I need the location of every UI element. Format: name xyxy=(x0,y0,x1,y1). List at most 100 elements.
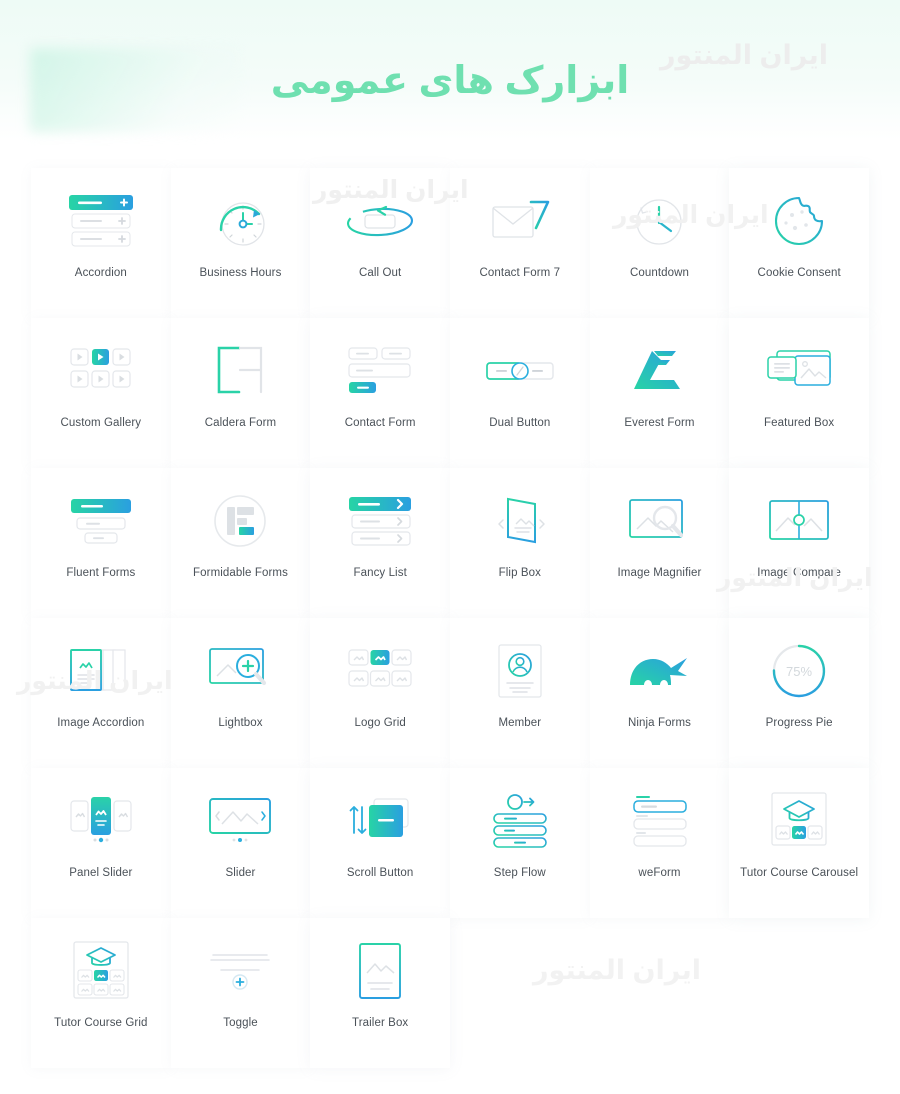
widget-card-contact-form[interactable]: Contact Form xyxy=(310,318,450,468)
widget-card-scroll-button[interactable]: Scroll Button xyxy=(310,768,450,918)
widget-card-fancy-list[interactable]: Fancy List xyxy=(310,468,450,618)
widget-card-contact-form-7[interactable]: Contact Form 7 xyxy=(450,168,590,318)
widget-label: Featured Box xyxy=(764,417,835,429)
logo-grid-icon xyxy=(310,640,450,702)
image-accordion-icon xyxy=(31,640,171,702)
custom-gallery-icon xyxy=(31,340,171,402)
widget-card-featured-box[interactable]: Featured Box xyxy=(729,318,869,468)
widget-label: Tutor Course Carousel xyxy=(740,867,859,879)
widget-label: Toggle xyxy=(223,1017,258,1029)
widget-card-image-compare[interactable]: Image Compare xyxy=(729,468,869,618)
caldera-form-icon xyxy=(171,340,311,402)
widget-label: Member xyxy=(498,717,542,729)
widget-label: Fluent Forms xyxy=(66,567,136,579)
widget-card-fluent-forms[interactable]: Fluent Forms xyxy=(31,468,171,618)
accordion-icon xyxy=(31,190,171,252)
widget-label: Flip Box xyxy=(498,567,541,579)
widget-label: Progress Pie xyxy=(765,717,833,729)
widget-card-everest-form[interactable]: Everest Form xyxy=(589,318,730,468)
widget-label: weForm xyxy=(638,867,681,879)
tutor-course-grid-icon xyxy=(31,940,171,1002)
widget-label: Accordion xyxy=(74,267,127,279)
widget-card-cookie-consent[interactable]: Cookie Consent xyxy=(729,168,869,318)
widget-card-call-out[interactable]: Call Out xyxy=(310,168,450,318)
widget-label: Image Accordion xyxy=(57,717,145,729)
widgets-showcase-page: ابزارک های عمومی ایران المنتور ایران الم… xyxy=(0,0,900,1094)
widget-label: Custom Gallery xyxy=(60,417,142,429)
widget-label: Panel Slider xyxy=(69,867,133,879)
panel-slider-icon xyxy=(31,790,171,852)
widget-label: Contact Form xyxy=(344,417,416,429)
widget-label: Dual Button xyxy=(489,417,551,429)
widget-card-ninja-forms[interactable]: Ninja Forms xyxy=(589,618,730,768)
widget-card-formidable-forms[interactable]: Formidable Forms xyxy=(170,468,311,618)
widget-card-progress-pie[interactable]: 75% Progress Pie xyxy=(729,618,869,768)
widget-label: Image Compare xyxy=(757,567,842,579)
widget-card-tutor-course-carousel[interactable]: Tutor Course Carousel xyxy=(729,768,869,918)
widget-card-custom-gallery[interactable]: Custom Gallery xyxy=(31,318,171,468)
progress-pie-value: 75% xyxy=(786,664,812,679)
page-header: ابزارک های عمومی xyxy=(0,0,900,140)
image-magnifier-icon xyxy=(590,490,730,552)
progress-pie-icon: 75% xyxy=(729,640,869,702)
toggle-icon xyxy=(171,940,311,1002)
fancy-list-icon xyxy=(310,490,450,552)
widget-label: Image Magnifier xyxy=(617,567,702,579)
widget-label: Scroll Button xyxy=(346,867,414,879)
call-out-icon xyxy=(310,190,450,252)
widget-card-lightbox[interactable]: Lightbox xyxy=(170,618,311,768)
trailer-box-icon xyxy=(310,940,450,1002)
dual-button-icon xyxy=(450,340,590,402)
widget-label: Contact Form 7 xyxy=(479,267,561,279)
business-hours-clock-icon xyxy=(171,190,311,252)
widget-card-dual-button[interactable]: Dual Button xyxy=(450,318,590,468)
featured-box-icon xyxy=(729,340,869,402)
widget-card-logo-grid[interactable]: Logo Grid xyxy=(310,618,450,768)
widget-card-slider[interactable]: Slider xyxy=(170,768,311,918)
widget-label: Countdown xyxy=(629,267,690,279)
fluent-forms-icon xyxy=(31,490,171,552)
cookie-consent-icon xyxy=(729,190,869,252)
slider-icon xyxy=(171,790,311,852)
widget-card-flip-box[interactable]: Flip Box xyxy=(450,468,590,618)
countdown-clock-icon xyxy=(590,190,730,252)
widget-label: Trailer Box xyxy=(352,1017,409,1029)
tutor-course-carousel-icon xyxy=(729,790,869,852)
member-card-icon xyxy=(450,640,590,702)
widget-label: Slider xyxy=(225,867,256,879)
widget-card-tutor-course-grid[interactable]: Tutor Course Grid xyxy=(31,918,171,1068)
widget-label: Tutor Course Grid xyxy=(54,1017,148,1029)
widget-card-caldera-form[interactable]: Caldera Form xyxy=(170,318,311,468)
widget-card-business-hours[interactable]: Business Hours xyxy=(170,168,311,318)
formidable-forms-icon xyxy=(171,490,311,552)
widget-label: Step Flow xyxy=(493,867,546,879)
widget-label: Business Hours xyxy=(199,267,282,279)
widget-card-step-flow[interactable]: Step Flow xyxy=(450,768,590,918)
widget-card-toggle[interactable]: Toggle xyxy=(170,918,311,1068)
everest-form-icon xyxy=(590,340,730,402)
scroll-button-icon xyxy=(310,790,450,852)
widget-card-panel-slider[interactable]: Panel Slider xyxy=(31,768,171,918)
step-flow-icon xyxy=(450,790,590,852)
widget-card-accordion[interactable]: Accordion xyxy=(31,168,171,318)
lightbox-icon xyxy=(171,640,311,702)
widget-label: Fancy List xyxy=(353,567,407,579)
widget-label: Everest Form xyxy=(624,417,695,429)
contact-form-icon xyxy=(310,340,450,402)
widget-card-countdown[interactable]: Countdown xyxy=(589,168,730,318)
contact-form-7-envelope-icon xyxy=(450,190,590,252)
widget-label: Formidable Forms xyxy=(193,567,288,579)
widget-card-trailer-box[interactable]: Trailer Box xyxy=(310,918,450,1068)
widget-card-image-accordion[interactable]: Image Accordion xyxy=(31,618,171,768)
flip-box-icon xyxy=(450,490,590,552)
widget-label: Cookie Consent xyxy=(757,267,841,279)
widget-label: Ninja Forms xyxy=(627,717,692,729)
ninja-forms-icon xyxy=(590,640,730,702)
widget-card-weform[interactable]: weForm xyxy=(589,768,730,918)
widget-label: Logo Grid xyxy=(354,717,406,729)
widget-card-member[interactable]: Member xyxy=(450,618,590,768)
widget-label: Call Out xyxy=(358,267,402,279)
widget-label: Lightbox xyxy=(218,717,263,729)
image-compare-icon xyxy=(729,490,869,552)
widget-card-image-magnifier[interactable]: Image Magnifier xyxy=(589,468,730,618)
